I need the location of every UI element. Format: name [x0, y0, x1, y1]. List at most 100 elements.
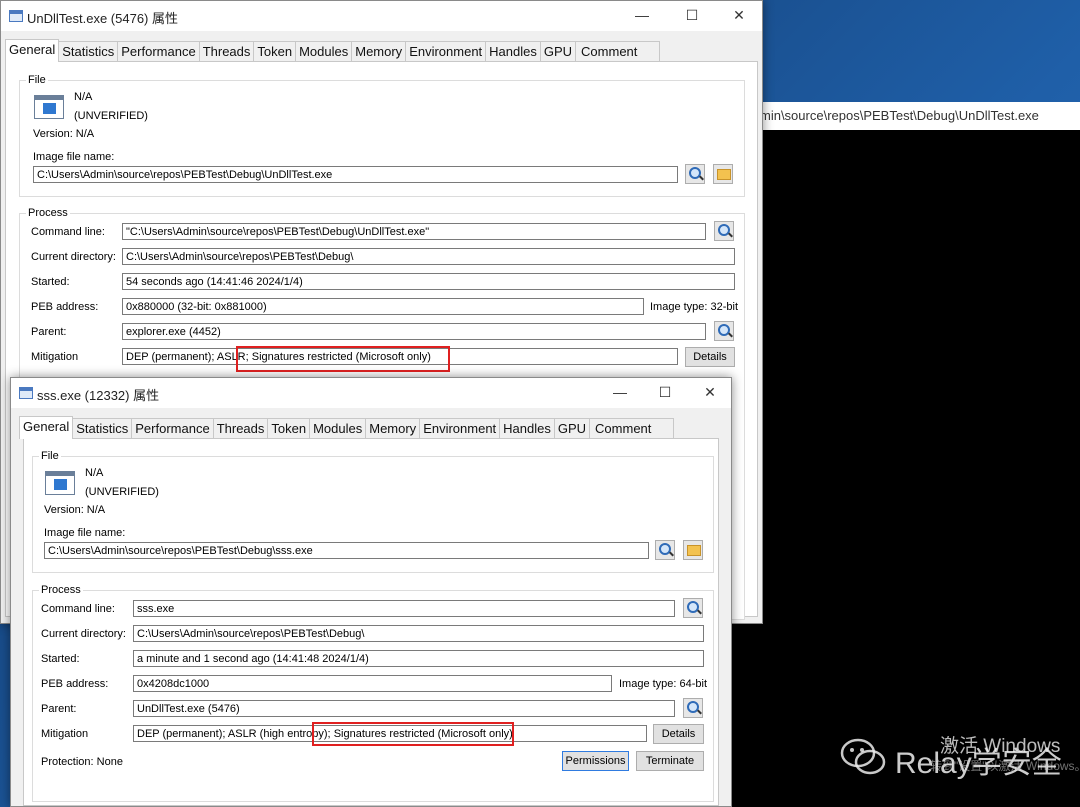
- tab-strip: General Statistics Performance Threads T…: [19, 416, 675, 439]
- file-name: N/A: [74, 91, 93, 103]
- tab-general[interactable]: General: [19, 416, 74, 439]
- current-directory-label: Current directory:: [31, 251, 116, 263]
- current-directory-label: Current directory:: [41, 628, 126, 640]
- process-group: Process Command line: sss.exe Current di…: [32, 584, 714, 802]
- image-type: Image type: 32-bit: [650, 301, 739, 313]
- close-button[interactable]: ✕: [728, 5, 750, 25]
- tab-memory[interactable]: Memory: [351, 41, 407, 62]
- tab-modules[interactable]: Modules: [295, 41, 353, 62]
- mitigation-details-button[interactable]: Details: [685, 347, 735, 367]
- command-line-search-button[interactable]: [714, 221, 734, 241]
- maximize-button[interactable]: ☐: [654, 382, 676, 402]
- file-verified: (UNVERIFIED): [74, 110, 148, 122]
- image-file-path[interactable]: C:\Users\Admin\source\repos\PEBTest\Debu…: [33, 166, 678, 183]
- file-verified: (UNVERIFIED): [85, 486, 159, 498]
- current-directory-field[interactable]: C:\Users\Admin\source\repos\PEBTest\Debu…: [122, 248, 735, 265]
- window-title: UnDllTest.exe (5476) 属性: [27, 11, 178, 26]
- search-icon: [687, 601, 699, 613]
- mitigation-label: Mitigation: [41, 728, 89, 740]
- tab-statistics[interactable]: Statistics: [58, 41, 119, 62]
- mitigation-text: DEP (permanent); ASLR (high entropy);: [137, 728, 331, 740]
- current-directory-field[interactable]: C:\Users\Admin\source\repos\PEBTest\Debu…: [133, 625, 704, 642]
- command-line-label: Command line:: [41, 603, 115, 615]
- tab-performance[interactable]: Performance: [117, 41, 200, 62]
- tab-threads[interactable]: Threads: [198, 41, 255, 62]
- tab-environment[interactable]: Environment: [419, 418, 501, 439]
- general-panel: File N/A (UNVERIFIED) Version: N/A Image…: [23, 438, 719, 806]
- title-bar[interactable]: sss.exe (12332) 属性 — ☐ ✕: [11, 378, 731, 408]
- tab-handles[interactable]: Handles: [485, 41, 541, 62]
- peb-address-label: PEB address:: [31, 301, 99, 313]
- started-field[interactable]: a minute and 1 second ago (14:41:48 2024…: [133, 650, 704, 667]
- parent-label: Parent:: [31, 326, 67, 338]
- highlight-box: [236, 346, 450, 372]
- parent-label: Parent:: [41, 703, 77, 715]
- title-bar[interactable]: UnDllTest.exe (5476) 属性 — ☐ ✕: [1, 1, 762, 31]
- open-folder-button[interactable]: [683, 540, 703, 560]
- search-icon: [687, 701, 699, 713]
- process-group-label: Process: [39, 584, 83, 596]
- image-file-label: Image file name:: [33, 151, 115, 163]
- tab-general[interactable]: General: [5, 39, 60, 62]
- search-button[interactable]: [685, 164, 705, 184]
- started-label: Started:: [41, 653, 80, 665]
- parent-search-button[interactable]: [714, 321, 734, 341]
- image-type: Image type: 64-bit: [619, 678, 708, 690]
- folder-icon: [717, 169, 731, 180]
- search-icon: [659, 543, 671, 555]
- open-folder-button[interactable]: [713, 164, 733, 184]
- tab-environment[interactable]: Environment: [405, 41, 487, 62]
- search-icon: [718, 324, 730, 336]
- protection-label: Protection: None: [41, 756, 123, 768]
- process-group-label: Process: [26, 207, 70, 219]
- file-group: File N/A (UNVERIFIED) Version: N/A Image…: [19, 74, 745, 197]
- peb-address-field[interactable]: 0x880000 (32-bit: 0x881000): [122, 298, 644, 315]
- peb-address-label: PEB address:: [41, 678, 109, 690]
- file-name: N/A: [85, 467, 104, 479]
- started-field[interactable]: 54 seconds ago (14:41:46 2024/1/4): [122, 273, 735, 290]
- brand-watermark: Relay学安全: [895, 747, 1062, 780]
- minimize-button[interactable]: —: [631, 5, 653, 25]
- terminate-button[interactable]: Terminate: [636, 751, 704, 771]
- file-group-label: File: [39, 450, 61, 462]
- sss-properties-window[interactable]: sss.exe (12332) 属性 — ☐ ✕ General Statist…: [10, 377, 732, 807]
- search-icon: [718, 224, 730, 236]
- tab-statistics[interactable]: Statistics: [72, 418, 133, 439]
- parent-search-button[interactable]: [683, 698, 703, 718]
- parent-field[interactable]: UnDllTest.exe (5476): [133, 700, 675, 717]
- image-file-path[interactable]: C:\Users\Admin\source\repos\PEBTest\Debu…: [44, 542, 649, 559]
- tab-modules[interactable]: Modules: [309, 418, 367, 439]
- command-line-field[interactable]: sss.exe: [133, 600, 675, 617]
- mitigation-label: Mitigation: [31, 351, 79, 363]
- tab-strip: General Statistics Performance Threads T…: [5, 39, 661, 62]
- tab-gpu[interactable]: GPU: [553, 418, 591, 439]
- tab-comment[interactable]: Comment: [589, 418, 675, 439]
- peb-address-field[interactable]: 0x4208dc1000: [133, 675, 612, 692]
- file-icon: [34, 95, 64, 119]
- command-line-search-button[interactable]: [683, 598, 703, 618]
- file-version: Version: N/A: [33, 128, 95, 140]
- tab-gpu[interactable]: GPU: [539, 41, 577, 62]
- permissions-button[interactable]: Permissions: [562, 751, 629, 771]
- started-label: Started:: [31, 276, 70, 288]
- tab-memory[interactable]: Memory: [365, 418, 421, 439]
- mitigation-details-button[interactable]: Details: [653, 724, 704, 744]
- wechat-icon: [840, 738, 886, 775]
- file-group-label: File: [26, 74, 48, 86]
- tab-comment[interactable]: Comment: [575, 41, 661, 62]
- parent-field[interactable]: explorer.exe (4452): [122, 323, 706, 340]
- tab-handles[interactable]: Handles: [499, 418, 555, 439]
- tab-threads[interactable]: Threads: [212, 418, 269, 439]
- maximize-button[interactable]: ☐: [681, 5, 703, 25]
- app-icon: [9, 10, 23, 22]
- tab-performance[interactable]: Performance: [131, 418, 214, 439]
- tab-token[interactable]: Token: [267, 418, 311, 439]
- tab-token[interactable]: Token: [253, 41, 297, 62]
- search-icon: [689, 167, 701, 179]
- close-button[interactable]: ✕: [699, 382, 721, 402]
- command-line-field[interactable]: "C:\Users\Admin\source\repos\PEBTest\Deb…: [122, 223, 706, 240]
- search-button[interactable]: [655, 540, 675, 560]
- command-line-label: Command line:: [31, 226, 105, 238]
- minimize-button[interactable]: —: [609, 382, 631, 402]
- file-icon: [45, 471, 75, 495]
